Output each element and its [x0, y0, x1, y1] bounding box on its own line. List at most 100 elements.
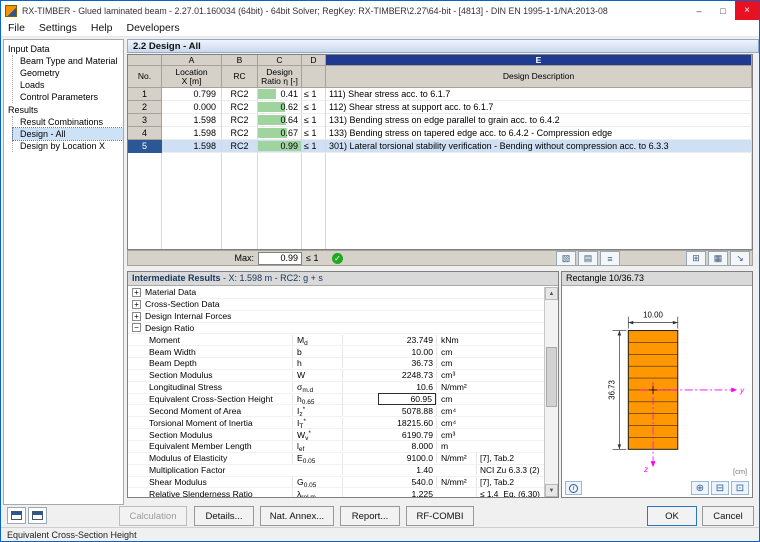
row-label-text: Relative Slenderness Ratio	[149, 488, 253, 497]
scrollbar-thumb[interactable]	[546, 347, 557, 407]
unit-cell: cm	[436, 358, 476, 369]
menu-file[interactable]: File	[1, 20, 32, 36]
minimize-button[interactable]: –	[687, 1, 711, 20]
intermediate-row[interactable]: Moment Md 23.749 kNm	[128, 334, 544, 347]
titlebar: RX-TIMBER - Glued laminated beam - 2.27.…	[1, 1, 759, 20]
intermediate-row[interactable]: Beam Depth h 36.73 cm	[128, 358, 544, 370]
value-cell: 36.73	[342, 358, 436, 369]
intermediate-row[interactable]: Longitudinal Stress σm,d 10.6 N/mm²	[128, 382, 544, 394]
tree-group-design-ratio[interactable]: − Design Ratio	[128, 323, 544, 335]
value-cell: 540.0	[342, 476, 436, 487]
intermediate-row[interactable]: Second Moment of Area Iz* 5078.88 cm⁴	[128, 405, 544, 418]
value-cell: 2248.73	[342, 370, 436, 381]
row-label: Section Modulus	[128, 430, 292, 440]
intermediate-row[interactable]: Multiplication Factor 1.40 NCI Zu 6.3.3 (2…	[128, 465, 544, 477]
zoom-out-icon[interactable]: ⊟	[711, 481, 729, 495]
value-text: 540.0	[411, 476, 433, 487]
result-toolbar-right: ⊞ ▦ ↘	[686, 251, 750, 266]
value-text: 18215.60	[397, 417, 433, 428]
tree-group-design-internal-forces[interactable]: + Design Internal Forces	[128, 311, 544, 323]
app-window: RX-TIMBER - Glued laminated beam - 2.27.…	[0, 0, 760, 542]
intermediate-row[interactable]: Equivalent Member Length lef 8.000 m	[128, 441, 544, 453]
filter-rows-icon[interactable]: ▤	[578, 251, 598, 266]
max-label: Max:	[234, 253, 254, 263]
column-letter-c[interactable]: C	[258, 55, 302, 66]
value-text: 36.73	[411, 358, 433, 369]
close-button[interactable]: ×	[735, 1, 759, 20]
axis-z-label: z	[643, 465, 648, 474]
rf-combi-button[interactable]: RF-COMBI	[406, 506, 474, 526]
nat-annex-button[interactable]: Nat. Annex...	[260, 506, 334, 526]
excel-export-icon[interactable]: ▦	[708, 251, 728, 266]
info-icon: i	[569, 483, 578, 493]
intermediate-row[interactable]: Shear Modulus G0,05 540.0 N/mm² [7], Tab.2	[128, 476, 544, 489]
table-settings-icon[interactable]: ≡	[600, 251, 620, 266]
zoom-in-icon[interactable]: ⊕	[691, 481, 709, 495]
row-number-cell: 2	[128, 101, 162, 114]
table-row[interactable]: 3 1.598 RC2 0.64 ≤ 1 131) Bending stress on e…	[128, 114, 752, 127]
menu-developers[interactable]: Developers	[119, 20, 186, 36]
column-letter-a[interactable]: A	[162, 55, 222, 66]
description-cell: 111) Shear stress acc. to 6.1.7	[326, 88, 752, 101]
note-cell: NCI Zu 6.3.3 (2)	[476, 465, 544, 476]
value-text: 8.000	[411, 441, 433, 452]
rc-cell: RC2	[222, 127, 258, 140]
menu-help[interactable]: Help	[84, 20, 120, 36]
intermediate-row[interactable]: Section Modulus W 2248.73 cm³	[128, 370, 544, 382]
collapse-icon[interactable]: −	[132, 323, 141, 333]
expand-icon[interactable]: +	[132, 287, 141, 297]
expand-icon[interactable]: +	[132, 311, 141, 321]
sidebar-item-control-parameters[interactable]: Control Parameters	[13, 91, 123, 103]
nav-section-results: Results	[8, 105, 39, 115]
intermediate-row[interactable]: Beam Width b 10.00 cm	[128, 346, 544, 359]
intermediate-scrollbar[interactable]: ▲ ▼	[544, 287, 558, 497]
value-cell: 10.00	[342, 346, 436, 357]
intermediate-row[interactable]: Equivalent Cross-Section Height h0,65 60.9…	[128, 393, 544, 406]
row-number-cell: 4	[128, 127, 162, 140]
details-button[interactable]: Details...	[194, 506, 254, 526]
report-button[interactable]: Report...	[340, 506, 400, 526]
result-colors-icon[interactable]: ▧	[556, 251, 576, 266]
menu-settings[interactable]: Settings	[32, 20, 84, 36]
cancel-button[interactable]: Cancel	[702, 506, 754, 526]
tree-group-material-data[interactable]: + Material Data	[128, 287, 544, 299]
dock-panel-icon[interactable]	[7, 507, 26, 524]
intermediate-row[interactable]: Section Modulus Wy* 6190.79 cm³	[128, 429, 544, 441]
column-letter-d[interactable]: D	[302, 55, 326, 66]
sidebar-item-geometry[interactable]: Geometry	[13, 67, 123, 79]
export-icon[interactable]: ↘	[730, 251, 750, 266]
print-icon[interactable]: ⊞	[686, 251, 706, 266]
zoom-window-icon[interactable]: ⊡	[731, 481, 749, 495]
column-letter-e[interactable]: E	[326, 55, 752, 66]
dock-view-icon[interactable]	[28, 507, 47, 524]
unit-cell: cm	[436, 394, 476, 405]
expand-icon[interactable]: +	[132, 299, 141, 309]
ok-button[interactable]: OK	[647, 506, 697, 526]
sidebar-item-beam-type-and-material[interactable]: Beam Type and Material	[13, 55, 123, 67]
table-row[interactable]: 1 0.799 RC2 0.41 ≤ 1 111) Shear stress acc. t…	[128, 88, 752, 101]
maximize-button[interactable]: □	[711, 1, 735, 20]
sidebar-item-design-by-location-x[interactable]: Design by Location X	[13, 140, 123, 152]
table-row[interactable]: 4 1.598 RC2 0.67 ≤ 1 133) Bending stress on t…	[128, 127, 752, 140]
sidebar-item-result-combinations[interactable]: Result Combinations	[13, 116, 123, 128]
calculation-button[interactable]: Calculation	[119, 506, 187, 526]
note-cell: [7], Tab.2	[476, 476, 544, 487]
scroll-up-icon[interactable]: ▲	[545, 287, 558, 300]
intermediate-row[interactable]: Relative Slenderness Ratio λrel,m 1.225 ≤ 1…	[128, 488, 544, 497]
tree-group-cross-section-data[interactable]: + Cross-Section Data	[128, 299, 544, 311]
sidebar-item-loads[interactable]: Loads	[13, 79, 123, 91]
symbol-cell: h	[292, 358, 342, 369]
column-letter-b[interactable]: B	[222, 55, 258, 66]
intermediate-row[interactable]: Modulus of Elasticity E0,05 9100.0 N/mm² [7]…	[128, 453, 544, 465]
info-button[interactable]: i	[565, 481, 582, 495]
row-label-text: Multiplication Factor	[149, 465, 226, 476]
table-row[interactable]: 2 0.000 RC2 0.62 ≤ 1 112) Shear stress at sup…	[128, 101, 752, 114]
axis-y-label: y	[739, 386, 745, 395]
max-limit: ≤ 1	[306, 253, 319, 263]
intermediate-title: Intermediate Results	[132, 273, 221, 283]
sidebar-item-design-all[interactable]: Design - All	[12, 127, 123, 141]
table-row[interactable]: 5 1.598 RC2 0.99 ≤ 1 301) Lateral torsional s…	[128, 140, 752, 153]
intermediate-row[interactable]: Torsional Moment of Inertia IT* 18215.60 cm…	[128, 417, 544, 430]
scroll-down-icon[interactable]: ▼	[545, 484, 558, 497]
design-ratio-cell: 0.62	[258, 101, 302, 114]
